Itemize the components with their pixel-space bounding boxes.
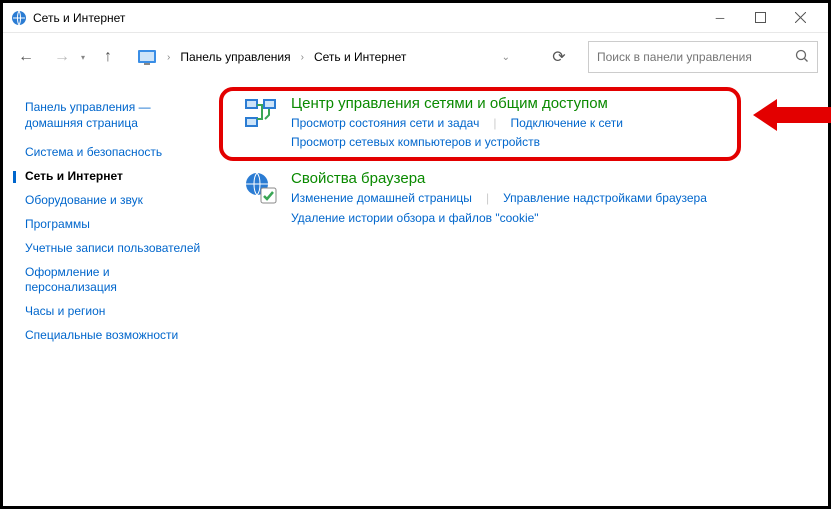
category-internet-options: Свойства браузера Изменение домашней стр… — [233, 170, 808, 227]
chevron-down-icon[interactable]: ⌄ — [498, 52, 514, 63]
breadcrumb-leaf[interactable]: Сеть и Интернет — [314, 50, 406, 64]
separator: | — [493, 114, 496, 133]
toolbar: ← → ▾ ↑ › Панель управления › Сеть и Инт… — [3, 33, 828, 81]
network-sharing-icon — [243, 95, 279, 131]
chevron-right-icon[interactable]: › — [297, 52, 308, 63]
recent-locations-button[interactable]: ▾ — [81, 53, 85, 62]
content-area: Центр управления сетями и общим доступом… — [213, 81, 828, 506]
link-view-devices[interactable]: Просмотр сетевых компьютеров и устройств — [291, 133, 540, 152]
search-icon[interactable] — [795, 49, 809, 66]
link-change-homepage[interactable]: Изменение домашней страницы — [291, 189, 472, 208]
refresh-button[interactable]: ⟳ — [546, 44, 572, 70]
app-icon — [11, 10, 27, 26]
address-bar[interactable]: › Панель управления › Сеть и Интернет ⌄ … — [131, 41, 578, 73]
search-box[interactable] — [588, 41, 818, 73]
sidebar-home-link[interactable]: Панель управления — домашняя страница — [25, 99, 203, 131]
titlebar: Сеть и Интернет ─ — [3, 3, 828, 33]
window-title: Сеть и Интернет — [33, 11, 700, 25]
sidebar-item-system-security[interactable]: Система и безопасность — [25, 145, 203, 160]
chevron-right-icon[interactable]: › — [163, 52, 174, 63]
link-delete-history[interactable]: Удаление истории обзора и файлов "cookie… — [291, 209, 539, 228]
sidebar-item-programs[interactable]: Программы — [25, 217, 203, 232]
link-network-status[interactable]: Просмотр состояния сети и задач — [291, 114, 479, 133]
breadcrumb-root[interactable]: Панель управления — [180, 50, 290, 64]
sidebar-item-clock-region[interactable]: Часы и регион — [25, 304, 203, 319]
separator: | — [486, 189, 489, 208]
control-panel-icon — [137, 47, 157, 67]
close-button[interactable] — [780, 4, 820, 32]
sidebar-item-user-accounts[interactable]: Учетные записи пользователей — [25, 241, 203, 256]
body: Панель управления — домашняя страница Си… — [3, 81, 828, 506]
search-input[interactable] — [597, 50, 795, 64]
sidebar-item-hardware-sound[interactable]: Оборудование и звук — [25, 193, 203, 208]
category-title-internet-options[interactable]: Свойства браузера — [291, 170, 808, 187]
sidebar-item-appearance[interactable]: Оформление и персонализация — [25, 265, 203, 295]
category-network-sharing: Центр управления сетями и общим доступом… — [233, 95, 808, 152]
sidebar: Панель управления — домашняя страница Си… — [3, 81, 213, 506]
back-button[interactable]: ← — [13, 44, 39, 70]
minimize-button[interactable]: ─ — [700, 4, 740, 32]
link-manage-addons[interactable]: Управление надстройками браузера — [503, 189, 707, 208]
maximize-button[interactable] — [740, 4, 780, 32]
category-title-network-sharing[interactable]: Центр управления сетями и общим доступом — [291, 95, 808, 112]
sidebar-nav: Система и безопасность Сеть и Интернет О… — [25, 145, 203, 343]
forward-button[interactable]: → — [49, 44, 75, 70]
sidebar-item-network-internet[interactable]: Сеть и Интернет — [25, 169, 203, 184]
link-connect-network[interactable]: Подключение к сети — [510, 114, 622, 133]
sidebar-item-accessibility[interactable]: Специальные возможности — [25, 328, 203, 343]
up-button[interactable]: ↑ — [95, 44, 121, 70]
internet-options-icon — [243, 170, 279, 206]
